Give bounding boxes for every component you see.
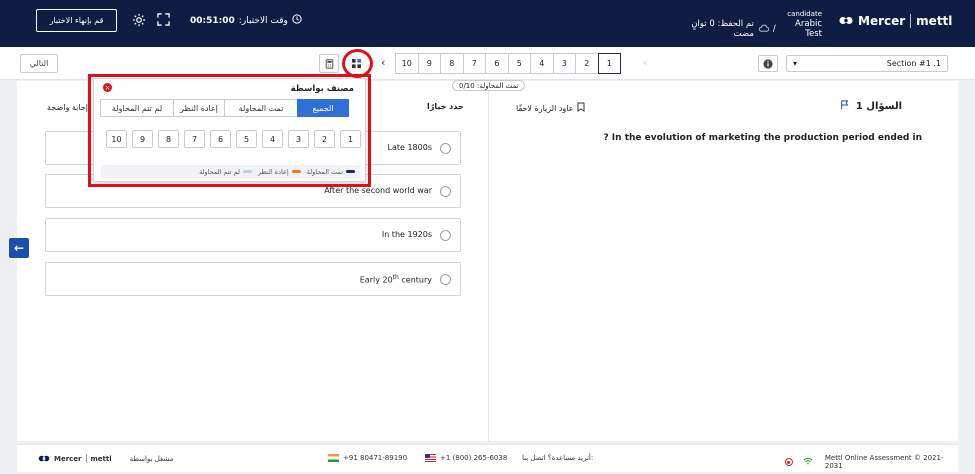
test-timer: وقت الاختبار: 00:51:00 <box>190 14 302 27</box>
footer-brand-divider <box>85 454 87 463</box>
powered-by-label: مشغل بواسطة <box>129 454 174 463</box>
option-radio[interactable] <box>440 186 451 197</box>
revisit-label: عاود الزيارة لاحقًا <box>516 103 574 113</box>
question-title: السؤال 1 <box>840 100 902 113</box>
chevron-left-icon[interactable]: ‹ <box>381 56 385 69</box>
question-number-10[interactable]: 10 <box>395 53 419 74</box>
fullscreen-icon[interactable] <box>157 13 171 27</box>
us-flag-icon <box>425 454 436 462</box>
option-radio[interactable] <box>440 143 451 154</box>
test-name: Arabic Test <box>795 19 822 39</box>
record-icon <box>785 458 793 466</box>
help-label: أتريد مساعدة؟ اتصل بنا: <box>522 454 594 462</box>
question-number-4[interactable]: 4 <box>530 53 554 74</box>
highlight-box <box>88 74 371 187</box>
option-radio[interactable] <box>440 274 451 285</box>
question-number-3[interactable]: 3 <box>552 53 576 74</box>
mercer-logo-icon <box>839 14 853 28</box>
separator-slash: / <box>772 24 776 34</box>
option-text: After the second world war <box>324 186 432 195</box>
next-button[interactable]: التالي <box>20 54 58 73</box>
candidate-name: candidate <box>787 10 822 18</box>
question-number-1[interactable]: 1 <box>597 53 621 74</box>
mercer-logo-icon <box>38 455 50 462</box>
brand-logo: Mercer mettl <box>839 14 952 28</box>
option-radio[interactable] <box>440 230 451 241</box>
gear-icon[interactable] <box>132 13 146 27</box>
cloud-icon <box>758 24 770 35</box>
wifi-icon <box>803 457 813 467</box>
calculator-icon[interactable] <box>319 54 339 73</box>
question-number-2[interactable]: 2 <box>575 53 599 74</box>
caret-down-icon: ▾ <box>793 59 798 68</box>
section-select[interactable]: ▾ Section #1 .1 <box>786 55 948 72</box>
bookmark-icon <box>577 102 585 114</box>
india-phone-number: +91 80471-89190 <box>343 454 408 462</box>
india-flag-icon <box>328 454 339 462</box>
finish-test-button[interactable]: قم بإنهاء الاختبار <box>36 9 117 32</box>
footer-status: Mettl Online Assessment © 2021-2031 <box>785 454 958 470</box>
option-text: In the 1920s <box>381 230 432 239</box>
brand-mettl: mettl <box>916 14 953 28</box>
question-number-strip: 10 9 8 7 6 5 4 3 2 1 <box>395 53 621 74</box>
flag-icon[interactable] <box>840 100 850 113</box>
question-number-8[interactable]: 8 <box>440 53 464 74</box>
question-number-6[interactable]: 6 <box>485 53 509 74</box>
us-phone-number: +1 (800) 265-6038 <box>440 454 508 462</box>
arrow-left-icon[interactable]: ← <box>9 238 29 258</box>
footer-mettl: mettl <box>90 454 112 463</box>
section-label: Section #1 .1 <box>886 59 941 68</box>
candidate-info: candidate تم الحفظ: 0 ثوانٍ مضت / Arabic… <box>676 10 822 39</box>
question-text: ? In the evolution of marketing the prod… <box>603 133 922 143</box>
brand-divider <box>910 14 912 28</box>
timer-label: وقت الاختبار: <box>238 15 288 26</box>
panel-divider <box>488 81 489 441</box>
answer-option-3[interactable]: In the 1920s <box>45 218 461 252</box>
revisit-later-button[interactable]: عاود الزيارة لاحقًا <box>516 102 585 114</box>
clear-answer-link[interactable]: إجابة واضحة <box>47 103 88 112</box>
question-number-7[interactable]: 7 <box>462 53 486 74</box>
info-icon[interactable] <box>758 55 778 72</box>
answer-option-4[interactable]: Early 20th century <box>45 262 461 296</box>
copyright-text: Mettl Online Assessment © 2021-2031 <box>824 454 944 470</box>
us-phone: +1 (800) 265-6038 <box>425 454 507 462</box>
chevron-right-icon[interactable]: ‹ <box>643 56 647 69</box>
brand-mercer: Mercer <box>858 14 906 28</box>
attempted-count-tag: تمت المحاولة: 0/10 <box>452 80 526 91</box>
footer-mercer: Mercer <box>54 454 82 463</box>
page-footer: Mercer mettl مشغل بواسطة +91 80471-89190… <box>17 444 958 472</box>
choose-option-label: حدد خيارًا <box>427 102 464 111</box>
timer-value: 00:51:00 <box>190 15 235 26</box>
save-status: تم الحفظ: 0 ثوانٍ مضت <box>691 19 754 39</box>
footer-brand: Mercer mettl مشغل بواسطة <box>38 454 173 463</box>
india-phone: +91 80471-89190 <box>328 454 407 462</box>
top-header: قم بإنهاء الاختبار وقت الاختبار: 00:51:0… <box>0 0 975 47</box>
question-number-9[interactable]: 9 <box>417 53 441 74</box>
clock-icon <box>292 14 302 27</box>
question-number-5[interactable]: 5 <box>507 53 531 74</box>
option-text: Early 20th century <box>359 274 432 285</box>
question-title-text: السؤال 1 <box>855 101 902 112</box>
option-text: Late 1800s <box>387 143 433 152</box>
